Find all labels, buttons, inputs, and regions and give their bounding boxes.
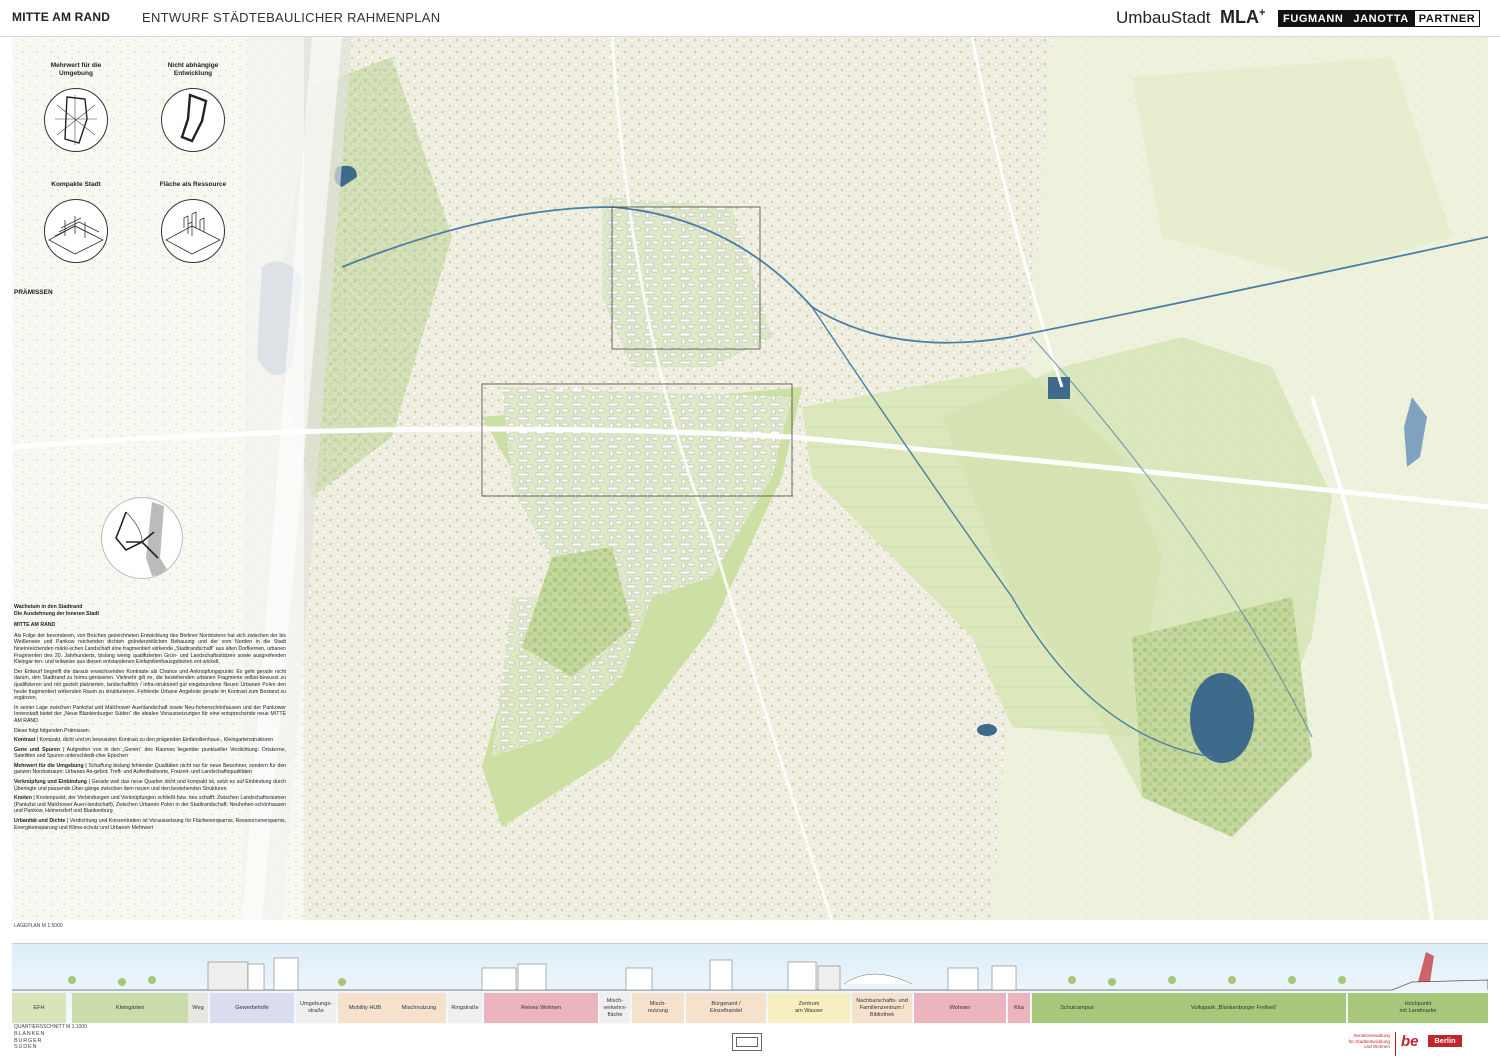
text-paragraph-1: Als Folge der besonderen, von Brüchen ge… — [14, 632, 286, 666]
section-zone-umgebungsstrasse: Umgebungs- straße — [296, 993, 336, 1023]
section-scale: QUARTIERSSCHNITT M 1:1000 — [14, 1024, 87, 1030]
compact-city-icon — [48, 216, 104, 255]
fjp-logo-part-2: JANOTTA — [1348, 10, 1414, 27]
premises-heading: PRÄMISSEN — [14, 289, 53, 296]
diagram-added-value — [44, 88, 108, 152]
premise-item: Verknüpfung und Einbindung | Gerade weil… — [14, 779, 286, 792]
text-paragraph-3: In seiner Lage zwischen Pankztal und Mal… — [14, 704, 286, 724]
layout-inner-icon — [736, 1037, 758, 1047]
diagram-label-2: Nicht abhängige Entwicklung — [167, 62, 219, 77]
berlin-logo-box: Berlin — [1428, 1035, 1462, 1047]
independent-development-icon — [180, 93, 208, 143]
diagram-compact-city — [44, 199, 108, 263]
premise-value: | Kompakt, dicht und im bewussten Kontra… — [35, 737, 274, 744]
premise-item: Mehrwert für die Umgebung | Schaffung bi… — [14, 763, 286, 776]
diagram-label-1: Mehrwert für die Umgebung — [50, 62, 102, 77]
senate-department: Senatsverwaltung für Stadtentwicklung un… — [1328, 1033, 1390, 1050]
added-value-icon — [55, 95, 97, 145]
blankenburger-sueden-logo: BLANKEN BURGER SÜDEN — [14, 1031, 45, 1051]
premise-key: Gene und Spuren — [14, 746, 60, 753]
land-as-resource-icon — [165, 211, 221, 255]
premise-item: Urbanität und Dichte | Verdichtung und K… — [14, 818, 286, 831]
section-zone-schulcampus: Schulcampus — [1032, 993, 1122, 1023]
text-heading-2: Die Ausdehnung der Inneren Stadt — [14, 610, 100, 617]
umbaustadt-logo: UmbauStadt — [1116, 8, 1211, 27]
section-zone-mischnutzung: Mischnutzung — [392, 993, 446, 1023]
section-zone-mischnutzung-2: Misch- nutzung — [632, 993, 684, 1023]
divider — [1395, 1032, 1396, 1056]
text-paragraph-2: Der Entwurf begreift die daraus erwachse… — [14, 668, 286, 702]
fjp-logo-part-1: FUGMANN — [1278, 10, 1349, 27]
premise-key: Knoten — [14, 795, 32, 802]
premise-item: Kontrast | Kompakt, dicht und im bewusst… — [14, 737, 286, 744]
section-zone-kleingaerten: Kleingärten — [72, 993, 188, 1023]
network-diagram-icon — [115, 502, 170, 576]
diagram-label-4: Fläche als Ressource — [159, 181, 227, 188]
blanken-line-1: BLANKEN — [14, 1031, 46, 1037]
premise-key: Mehrwert für die Umgebung — [14, 762, 84, 769]
section-zone-weg: Weg — [188, 993, 208, 1023]
text-paragraph-4: Diese folgt folgenden Prämissen: — [14, 727, 91, 734]
fjp-logo-part-3: PARTNER — [1413, 10, 1481, 27]
premise-value: | Knotenpunkt, der Verbindungen und Verk… — [14, 795, 286, 815]
section-zone-hochpunkt: Hochpunkt mit Landmarke — [1348, 993, 1488, 1023]
premise-key: Urbanität und Dichte — [14, 818, 66, 825]
be-berlin-logo: be — [1401, 1033, 1419, 1050]
senat-line-3: und Wohnen — [1364, 1044, 1390, 1050]
premise-key: Verknüpfung und Einbindung — [14, 779, 87, 786]
section-zone-wohnen: Wohnen — [914, 993, 1006, 1023]
header-bar: MITTE AM RAND ENTWURF STÄDTEBAULICHER RA… — [0, 0, 1500, 37]
premise-item: Knoten | Knotenpunkt, der Verbindungen u… — [14, 795, 286, 815]
diagram-independent-development — [161, 88, 225, 152]
section-zone-ringstrasse: Ringstraße — [448, 993, 482, 1023]
section-zone-zentrum-am-wasser: Zentrum am Wasser — [768, 993, 850, 1023]
fugmann-janotta-partner-logo: FUGMANN JANOTTA PARTNER — [1278, 10, 1481, 27]
diagram-label-3: Kompakte Stadt — [51, 181, 101, 188]
page-title: MITTE AM RAND — [12, 10, 111, 24]
section-zone-efh: EFH — [12, 993, 66, 1023]
concept-text: Wachstum in den Stadtrand Die Ausdehnung… — [14, 604, 286, 834]
site-plan-scale: LAGEPLAN M 1:5000 — [14, 923, 63, 929]
diagram-land-as-resource — [161, 199, 225, 263]
text-heading-3: MITTE AM RAND — [14, 622, 56, 629]
section-zone-nachbarschaftszentrum: Nachbarschafts- und Familienzentrum / Bi… — [852, 993, 912, 1023]
section-zone-mischverkehrsflaeche: Misch- verkehrs- fläche — [600, 993, 630, 1023]
section-zone-gewerbehoefe: Gewerbehöfe — [210, 993, 294, 1023]
blanken-line-3: SÜDEN — [14, 1044, 38, 1050]
section-zone-volkspark: Volkspark „Blankenburger Freiheit“ — [1122, 993, 1346, 1023]
mla-logo-text: MLA — [1220, 7, 1259, 27]
premise-key: Kontrast — [14, 737, 36, 744]
text-heading-1: Wachstum in den Stadtrand — [14, 604, 83, 610]
section-zone-mobility-hub: Mobility HUB — [338, 993, 392, 1023]
section-zone-kita: Kita — [1008, 993, 1030, 1023]
mla-logo-plus: + — [1259, 7, 1266, 19]
section-zone-buergeramt: Bürgeramt / Einzelhandel — [686, 993, 766, 1023]
page-subtitle: ENTWURF STÄDTEBAULICHER RAHMENPLAN — [142, 10, 441, 25]
network-diagram — [101, 497, 183, 579]
premise-item: Gene und Spuren | Aufgreifen von in den … — [14, 747, 286, 760]
district-section: EFH Kleingärten Weg Gewerbehöfe Umgebung… — [12, 943, 1488, 1024]
section-zone-reines-wohnen: Reines Wohnen — [484, 993, 598, 1023]
mla-logo: MLA+ — [1220, 7, 1265, 28]
